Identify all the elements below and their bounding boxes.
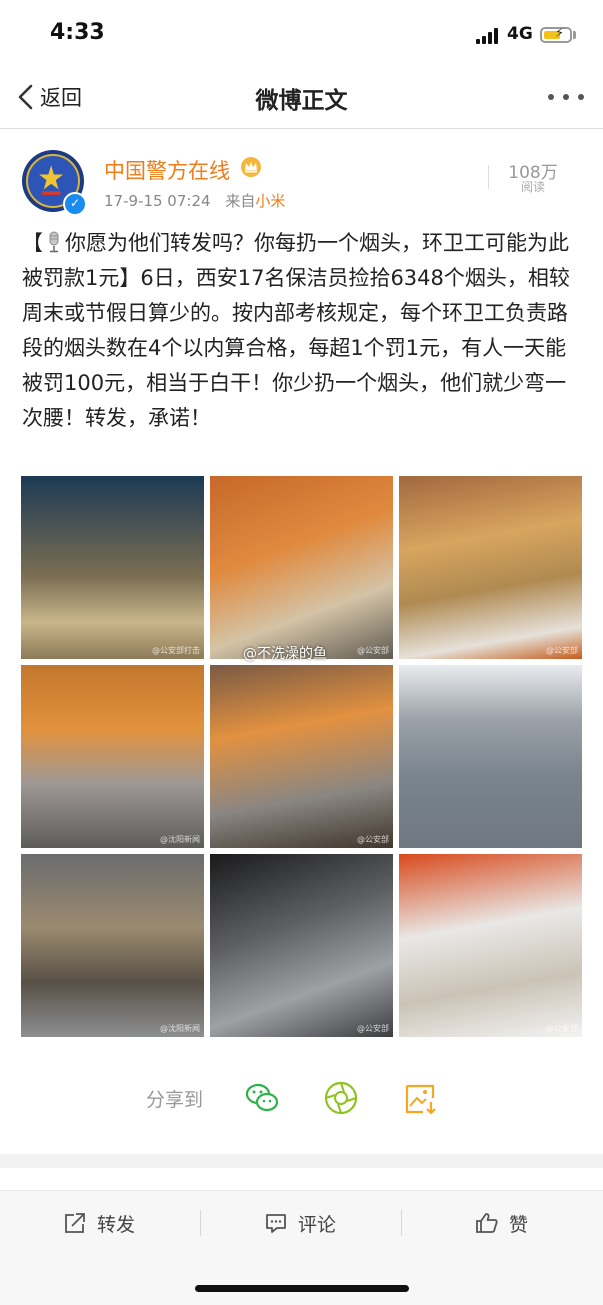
post-text: 【 你愿为他们转发吗？你每扔一个烟头，环卫工可能为此被罚款1元】6日，西安17名…: [22, 226, 582, 436]
author-name[interactable]: 中国警方在线: [104, 155, 230, 185]
signal-icon: [476, 28, 500, 44]
dot-icon: [578, 94, 584, 100]
comment-label: 评论: [298, 1213, 337, 1236]
post-image[interactable]: @沈阳新闻: [21, 854, 204, 1037]
repost-icon: [65, 1213, 85, 1233]
post-image[interactable]: [399, 665, 582, 848]
source-prefix: 来自: [225, 192, 256, 210]
battery-tip: [573, 31, 576, 39]
crown-icon: [241, 157, 261, 177]
image-watermark: @沈阳新闻: [160, 1024, 200, 1033]
post-image[interactable]: @公安部: [210, 854, 393, 1037]
post-image[interactable]: @公安部打击: [21, 476, 204, 659]
image-watermark: @公安部: [546, 1024, 578, 1033]
dot-icon: [548, 94, 554, 100]
post-meta: 17-9-15 07:24 来自小米: [104, 190, 285, 211]
post-source[interactable]: 小米: [255, 192, 285, 210]
image-watermark: @沈阳新闻: [160, 835, 200, 844]
post-body: 你愿为他们转发吗？你每扔一个烟头，环卫工可能为此被罚款1元】6日，西安17名保洁…: [22, 231, 570, 430]
image-watermark: @公安部: [357, 835, 389, 844]
battery-icon: ⚡: [540, 26, 572, 43]
thumbs-up-icon: [476, 1213, 498, 1233]
post-image[interactable]: @沈阳新闻: [21, 665, 204, 848]
image-overlay-watermark: @不洗澡的鱼: [243, 646, 327, 662]
image-watermark: @公安部: [546, 646, 578, 655]
save-image-icon[interactable]: [403, 1080, 439, 1116]
page-title: 微博正文: [255, 88, 348, 114]
more-menu-button[interactable]: [548, 94, 584, 102]
toolbar-divider: [200, 1210, 201, 1236]
dot-icon: [563, 94, 569, 100]
verified-badge-icon: ✓: [63, 192, 87, 216]
post-image[interactable]: @公安部: [399, 854, 582, 1037]
repost-label: 转发: [97, 1213, 136, 1236]
post-date: 17-9-15 07:24: [104, 192, 211, 210]
image-watermark: @公安部: [357, 646, 389, 655]
microphone-icon: [49, 231, 59, 253]
toolbar-divider: [401, 1210, 402, 1236]
comment-button[interactable]: 评论: [264, 1208, 336, 1238]
comment-icon: [266, 1214, 286, 1233]
repost-button[interactable]: 转发: [63, 1208, 135, 1238]
post-image[interactable]: @公安部: [399, 476, 582, 659]
wechat-icon[interactable]: [244, 1080, 280, 1116]
home-indicator: [195, 1285, 409, 1292]
views-label: 阅读: [520, 180, 545, 194]
nav-divider: [0, 128, 603, 129]
like-button[interactable]: 赞: [475, 1208, 528, 1238]
share-label: 分享到: [146, 1089, 204, 1111]
section-divider: [0, 1154, 603, 1168]
moments-icon[interactable]: [323, 1080, 359, 1116]
bracket-open: 【: [22, 231, 43, 255]
views-divider: [488, 165, 489, 189]
post-image[interactable]: @公安部: [210, 476, 393, 659]
network-type: 4G: [507, 24, 533, 44]
like-label: 赞: [509, 1213, 529, 1236]
image-watermark: @公安部: [357, 1024, 389, 1033]
post-image[interactable]: @公安部: [210, 665, 393, 848]
image-watermark: @公安部打击: [152, 646, 200, 655]
status-time: 4:33: [50, 20, 105, 45]
